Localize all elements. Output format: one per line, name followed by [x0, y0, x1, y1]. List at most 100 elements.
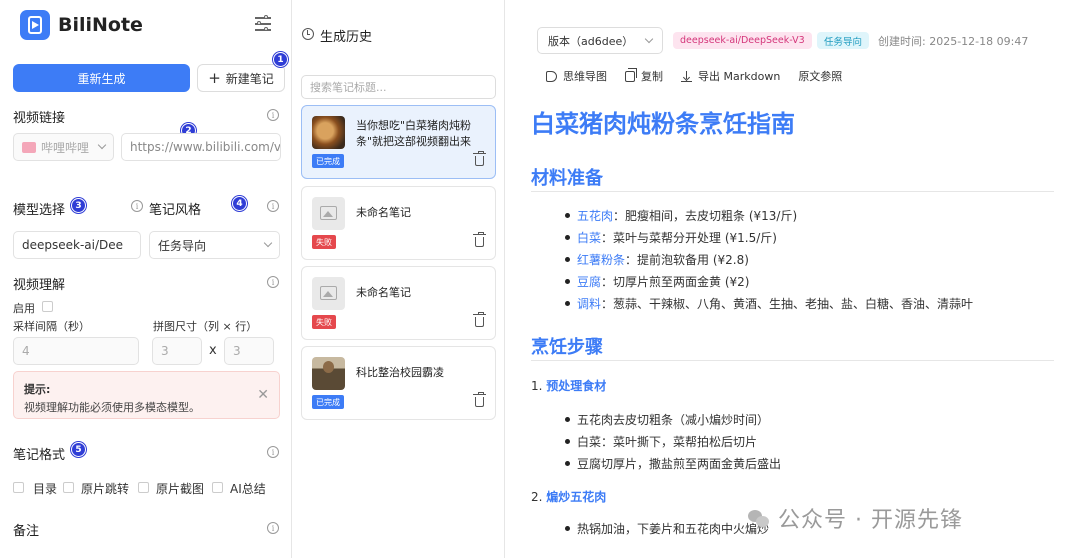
note-toolbar: 思维导图 复制 导出 Markdown 原文参照	[546, 67, 842, 84]
chevron-down-icon	[97, 140, 107, 150]
copy-button[interactable]: 复制	[625, 67, 663, 84]
interval-label: 采样间隔（秒）	[13, 320, 90, 333]
badge-5: 5	[71, 442, 86, 457]
video-url-placeholder: https://www.bilibili.com/vi	[130, 140, 281, 154]
history-item-title: 当你想吃"白菜猪肉炖粉条"就把这部视频翻出来	[356, 119, 472, 148]
new-note-label: 新建笔记	[225, 71, 274, 86]
trash-icon[interactable]	[473, 232, 486, 247]
note-style-select[interactable]: 任务导向	[149, 231, 280, 259]
enable-label: 启用	[13, 302, 35, 315]
info-icon[interactable]: i	[267, 200, 279, 212]
format-label-jump: 原片跳转	[81, 482, 130, 496]
model-tag: deepseek-ai/DeepSeek-V3	[673, 32, 812, 49]
history-title: 生成历史	[320, 30, 373, 45]
interval-value: 4	[22, 344, 30, 358]
history-item-title: 未命名笔记	[356, 286, 411, 299]
bilibili-icon	[22, 141, 36, 153]
trash-icon[interactable]	[473, 312, 486, 327]
status-badge: 失败	[312, 235, 336, 249]
multimodal-hint: 提示: 视频理解功能必须使用多模态模型。 ✕	[13, 371, 280, 419]
trash-icon[interactable]	[473, 392, 486, 407]
video-thumbnail	[312, 116, 345, 149]
note-style-label: 笔记风格	[149, 203, 202, 218]
step-heading: 1. 预处理食材	[531, 379, 607, 393]
list-item: 调料：葱蒜、干辣椒、八角、黄酒、生抽、老抽、盐、白糖、香油、清蒜叶	[564, 297, 974, 311]
list-item: 豆腐：切厚片煎至两面金黄 (¥2)	[564, 275, 750, 289]
list-item: 白菜：菜叶与菜帮分开处理 (¥1.5/斤)	[565, 231, 777, 245]
new-note-button[interactable]: + 新建笔记	[197, 64, 285, 92]
remark-label: 备注	[13, 524, 40, 539]
grid-rows-value: 3	[233, 344, 241, 358]
note-title: 白菜猪肉炖粉条烹饪指南	[531, 110, 795, 138]
model-value: deepseek-ai/Dee	[22, 238, 124, 252]
image-placeholder-icon	[312, 197, 345, 230]
platform-select[interactable]: 哔哩哔哩	[13, 133, 114, 161]
model-select[interactable]: deepseek-ai/Dee	[13, 231, 141, 259]
sliders-icon[interactable]	[254, 14, 274, 32]
wechat-icon	[748, 508, 770, 528]
chevron-down-icon	[263, 238, 273, 248]
plus-icon: +	[208, 68, 221, 87]
copy-icon	[625, 67, 637, 82]
info-icon[interactable]: i	[131, 200, 143, 212]
format-checkbox-jump[interactable]	[63, 482, 74, 493]
trash-icon[interactable]	[473, 151, 486, 166]
note-format-label: 笔记格式	[13, 448, 66, 463]
list-item: 五花肉：肥瘦相间，去皮切粗条 (¥13/斤)	[564, 209, 798, 223]
video-thumbnail	[312, 357, 345, 390]
info-icon[interactable]: i	[267, 109, 279, 121]
source-reference-button[interactable]: 原文参照	[798, 68, 842, 84]
regenerate-button[interactable]: 重新生成	[13, 64, 190, 92]
history-item[interactable]: 未命名笔记 失败	[301, 186, 496, 260]
history-item-title: 科比整治校园霸凌	[356, 366, 444, 379]
grid-size-label: 拼图尺寸（列 × 行）	[153, 320, 258, 333]
format-checkbox-screenshot[interactable]	[138, 482, 149, 493]
status-badge: 失败	[312, 315, 336, 329]
grid-rows-input[interactable]: 3	[224, 337, 274, 365]
history-item-title: 未命名笔记	[356, 206, 411, 219]
app-logo-icon	[20, 10, 50, 40]
history-item[interactable]: 科比整治校园霸凌 已完成	[301, 346, 496, 420]
info-icon[interactable]: i	[267, 522, 279, 534]
history-item[interactable]: 当你想吃"白菜猪肉炖粉条"就把这部视频翻出来 已完成	[301, 105, 496, 179]
info-icon[interactable]: i	[267, 446, 279, 458]
format-label-screenshot: 原片截图	[156, 482, 205, 496]
mindmap-button[interactable]: 思维导图	[546, 68, 607, 84]
badge-1: 1	[273, 52, 288, 67]
version-value: 版本（ad6dee）	[548, 34, 634, 48]
divider	[531, 191, 1054, 192]
app-title: BiliNote	[58, 14, 143, 36]
watermark: 公众号 · 开源先锋	[748, 503, 1048, 533]
list-item: 白菜：菜叶撕下，菜帮拍松后切片	[564, 435, 758, 449]
download-icon	[681, 70, 692, 82]
left-panel: BiliNote 重新生成 + 新建笔记 1 视频链接 i 2 哔哩哔哩 htt…	[0, 0, 292, 558]
format-label-ai-summary: AI总结	[230, 482, 266, 496]
clock-icon	[302, 28, 314, 40]
section-heading: 烹饪步骤	[531, 337, 603, 358]
section-heading: 材料准备	[531, 168, 603, 189]
video-url-input[interactable]: https://www.bilibili.com/vi	[121, 133, 281, 161]
search-notes-input[interactable]	[301, 75, 496, 99]
history-item[interactable]: 未命名笔记 失败	[301, 266, 496, 340]
format-checkbox-toc[interactable]	[13, 482, 24, 493]
list-item: 豆腐切厚片，撒盐煎至两面金黄后盛出	[564, 457, 782, 471]
history-panel: 生成历史 当你想吃"白菜猪肉炖粉条"就把这部视频翻出来 已完成 未命名笔记 失败…	[293, 0, 505, 558]
style-value: 任务导向	[158, 238, 207, 253]
list-item: 五花肉去皮切粗条（减小煸炒时间）	[564, 413, 770, 427]
list-item: 热锅加油，下姜片和五花肉中火煸炒	[564, 522, 770, 536]
badge-3: 3	[71, 198, 86, 213]
enable-checkbox[interactable]	[42, 301, 53, 312]
info-icon[interactable]: i	[267, 276, 279, 288]
close-icon[interactable]: ✕	[257, 387, 269, 403]
version-select[interactable]: 版本（ad6dee）	[537, 27, 663, 54]
note-panel: 版本（ad6dee） deepseek-ai/DeepSeek-V3 任务导向 …	[506, 0, 1080, 558]
format-label-toc: 目录	[33, 482, 58, 496]
format-checkbox-ai-summary[interactable]	[212, 482, 223, 493]
interval-input[interactable]: 4	[13, 337, 139, 365]
grid-times-label: x	[209, 343, 217, 358]
status-badge: 已完成	[312, 395, 344, 409]
export-markdown-button[interactable]: 导出 Markdown	[681, 68, 780, 84]
step-heading: 2. 煸炒五花肉	[531, 490, 607, 504]
grid-cols-input[interactable]: 3	[152, 337, 202, 365]
style-tag: 任务导向	[817, 32, 870, 49]
